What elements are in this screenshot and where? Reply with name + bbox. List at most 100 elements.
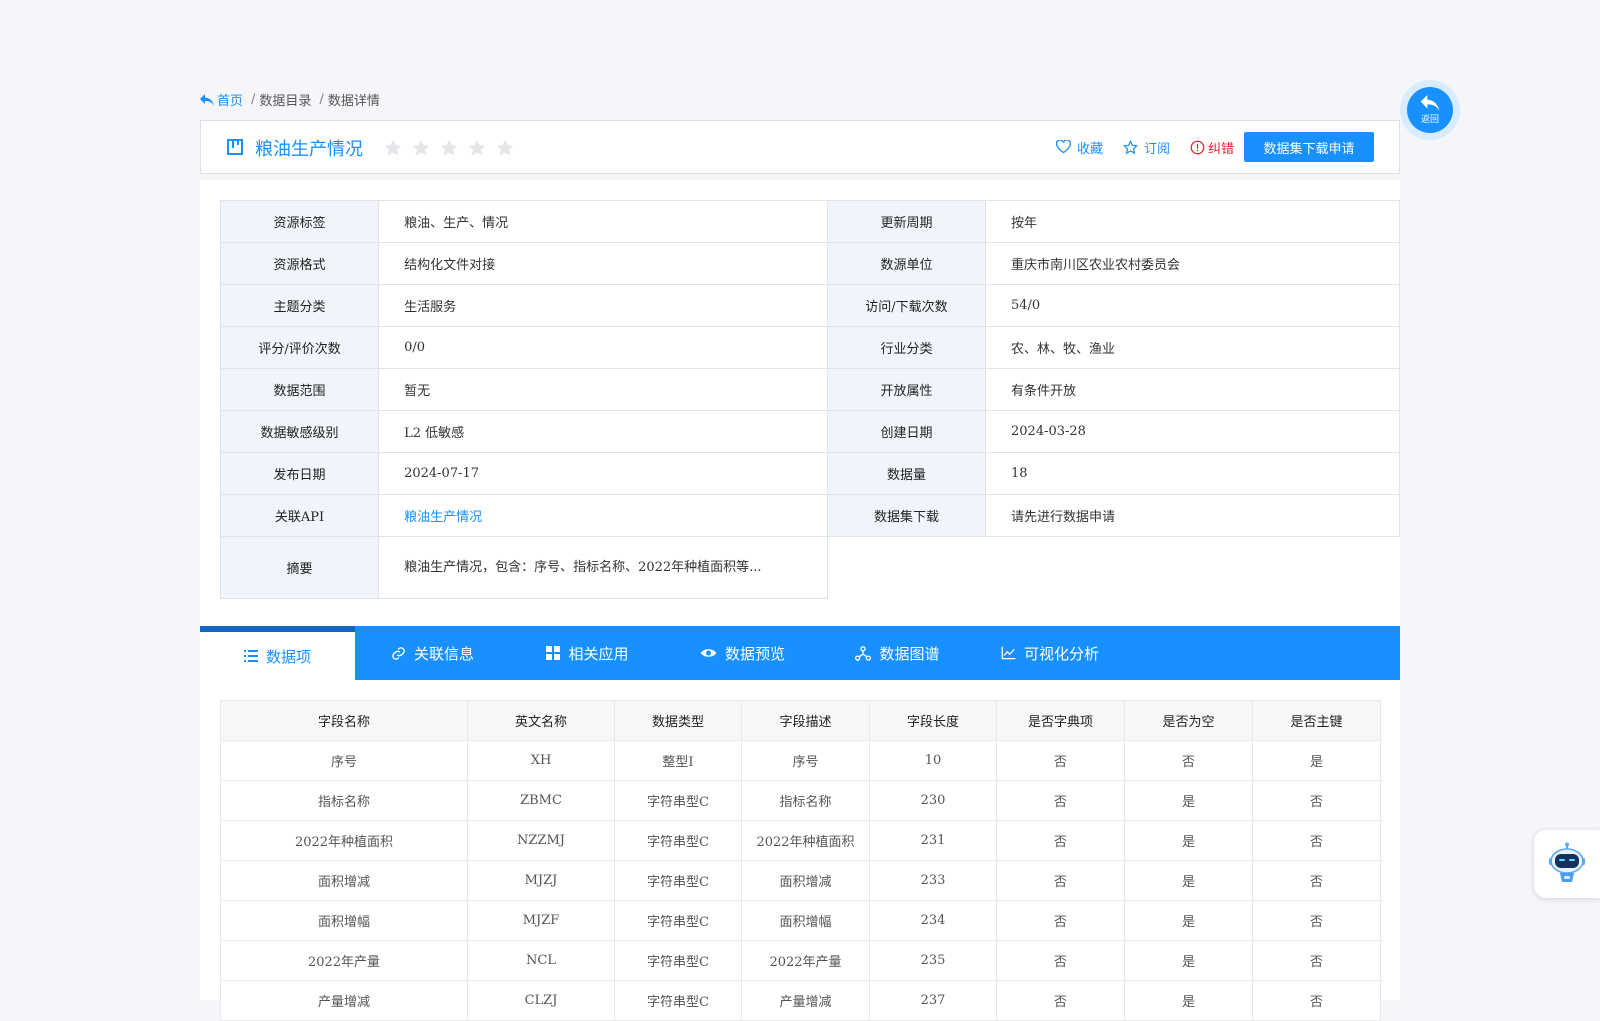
table-cell: 是 <box>1124 780 1253 821</box>
table-cell: 235 <box>869 940 997 981</box>
star-icon[interactable] <box>383 138 403 158</box>
info-key: 评分/评价次数 <box>219 326 380 369</box>
table-cell: 否 <box>996 940 1125 981</box>
table-cell: 否 <box>1252 820 1381 861</box>
info-value: 粮油、生产、情况 <box>378 200 828 243</box>
table-cell: 是 <box>1124 860 1253 901</box>
robot-icon <box>1549 842 1585 882</box>
info-key: 访问/下载次数 <box>827 284 986 327</box>
table-cell: 字符串型C <box>614 940 742 981</box>
favorite-label: 收藏 <box>1076 141 1103 157</box>
detail-tabs: 数据项 关联信息 相关应用 数据预览 数据图谱 可视化分析 <box>200 626 1400 680</box>
breadcrumb-separator: / <box>319 92 324 107</box>
table-header-row: 字段名称 英文名称 数据类型 字段描述 字段长度 是否字典项 是否为空 是否主键 <box>220 700 1381 741</box>
table-cell: ZBMC <box>467 780 615 821</box>
table-cell: 字符串型C <box>614 780 742 821</box>
star-icon[interactable] <box>411 138 431 158</box>
info-key: 资源格式 <box>219 242 380 285</box>
info-table: 资源标签 粮油、生产、情况 更新周期 按年 资源格式 结构化文件对接 数源单位 … <box>219 200 1400 599</box>
info-row: 数据范围 暂无 开放属性 有条件开放 <box>219 368 1400 411</box>
column-header: 是否为空 <box>1124 700 1253 741</box>
info-value: 18 <box>985 452 1400 495</box>
info-row: 资源标签 粮油、生产、情况 更新周期 按年 <box>219 200 1400 243</box>
report-error-button[interactable]: 纠错 <box>1190 138 1234 157</box>
breadcrumb-home[interactable]: 首页 <box>200 90 243 109</box>
tab-visual-analysis[interactable]: 可视化分析 <box>975 626 1125 680</box>
info-value: 生活服务 <box>378 284 828 327</box>
info-key: 资源标签 <box>219 200 380 243</box>
breadcrumb: 首页 / 数据目录 / 数据详情 <box>200 90 380 109</box>
table-cell: 否 <box>1252 780 1381 821</box>
assistant-robot-button[interactable] <box>1534 830 1600 898</box>
report-error-label: 纠错 <box>1207 141 1234 157</box>
reply-arrow-icon <box>200 93 214 106</box>
table-cell: 是 <box>1124 900 1253 941</box>
info-row: 评分/评价次数 0/0 行业分类 农、林、牧、渔业 <box>219 326 1400 369</box>
table-cell: 否 <box>996 980 1125 1021</box>
table-cell: 否 <box>996 860 1125 901</box>
info-value: 54/0 <box>985 284 1400 327</box>
star-rating[interactable] <box>383 138 515 158</box>
table-cell: 面积增幅 <box>741 900 870 941</box>
star-icon[interactable] <box>495 138 515 158</box>
tab-related-apps[interactable]: 相关应用 <box>510 626 665 680</box>
related-api-link[interactable]: 粮油生产情况 <box>378 494 828 537</box>
info-key: 数源单位 <box>827 242 986 285</box>
info-key: 创建日期 <box>827 410 986 453</box>
table-cell: 是 <box>1124 820 1253 861</box>
subscribe-button[interactable]: 订阅 <box>1122 138 1170 157</box>
star-icon[interactable] <box>467 138 487 158</box>
table-row: 指标名称 ZBMC 字符串型C 指标名称 230 否 是 否 <box>220 780 1381 821</box>
table-cell: 否 <box>996 740 1125 781</box>
info-key: 关联API <box>219 494 380 537</box>
table-cell: 230 <box>869 780 997 821</box>
table-cell: 字符串型C <box>614 980 742 1021</box>
table-cell: 指标名称 <box>741 780 870 821</box>
info-key: 数据集下载 <box>827 494 986 537</box>
info-value: 农、林、牧、渔业 <box>985 326 1400 369</box>
tab-data-graph[interactable]: 数据图谱 <box>820 626 975 680</box>
back-button-inner[interactable]: 返回 <box>1407 87 1453 133</box>
table-cell: 10 <box>869 740 997 781</box>
table-row: 2022年种植面积 NZZMJ 字符串型C 2022年种植面积 231 否 是 … <box>220 820 1381 861</box>
back-button[interactable]: 返回 <box>1400 80 1460 140</box>
table-cell: 产量增减 <box>220 980 468 1021</box>
favorite-button[interactable]: 收藏 <box>1055 138 1103 157</box>
table-cell: 字符串型C <box>614 820 742 861</box>
info-value: 2024-03-28 <box>985 410 1400 453</box>
table-cell: 是 <box>1124 980 1253 1021</box>
info-key: 发布日期 <box>219 452 380 495</box>
info-value: L2 低敏感 <box>378 410 828 453</box>
info-value: 结构化文件对接 <box>378 242 828 285</box>
info-key: 行业分类 <box>827 326 986 369</box>
table-cell: 237 <box>869 980 997 1021</box>
table-cell: 2022年产量 <box>220 940 468 981</box>
table-cell: 整型I <box>614 740 742 781</box>
table-cell: 面积增减 <box>741 860 870 901</box>
subscribe-label: 订阅 <box>1143 141 1170 157</box>
table-cell: 面积增减 <box>220 860 468 901</box>
info-row: 数据敏感级别 L2 低敏感 创建日期 2024-03-28 <box>219 410 1400 453</box>
column-header: 字段名称 <box>220 700 468 741</box>
table-cell: 2022年种植面积 <box>220 820 468 861</box>
breadcrumb-catalog[interactable]: 数据目录 <box>259 90 311 109</box>
tab-data-items[interactable]: 数据项 <box>200 626 355 680</box>
tab-data-preview[interactable]: 数据预览 <box>665 626 820 680</box>
table-cell: 2022年种植面积 <box>741 820 870 861</box>
table-cell: 否 <box>1252 900 1381 941</box>
info-key: 更新周期 <box>827 200 986 243</box>
info-row: 关联API 粮油生产情况 数据集下载 请先进行数据申请 <box>219 494 1400 537</box>
breadcrumb-separator: / <box>251 92 256 107</box>
table-cell: 否 <box>1252 860 1381 901</box>
table-cell: NZZMJ <box>467 820 615 861</box>
star-icon[interactable] <box>439 138 459 158</box>
table-row: 产量增减 CLZJ 字符串型C 产量增减 237 否 是 否 <box>220 980 1381 1021</box>
info-value: 2024-07-17 <box>378 452 828 495</box>
line-chart-icon <box>1001 646 1016 660</box>
download-apply-button[interactable]: 数据集下载申请 <box>1244 132 1374 162</box>
tab-related-info[interactable]: 关联信息 <box>355 626 510 680</box>
info-key: 数据敏感级别 <box>219 410 380 453</box>
table-cell: 234 <box>869 900 997 941</box>
info-row: 发布日期 2024-07-17 数据量 18 <box>219 452 1400 495</box>
info-key: 开放属性 <box>827 368 986 411</box>
